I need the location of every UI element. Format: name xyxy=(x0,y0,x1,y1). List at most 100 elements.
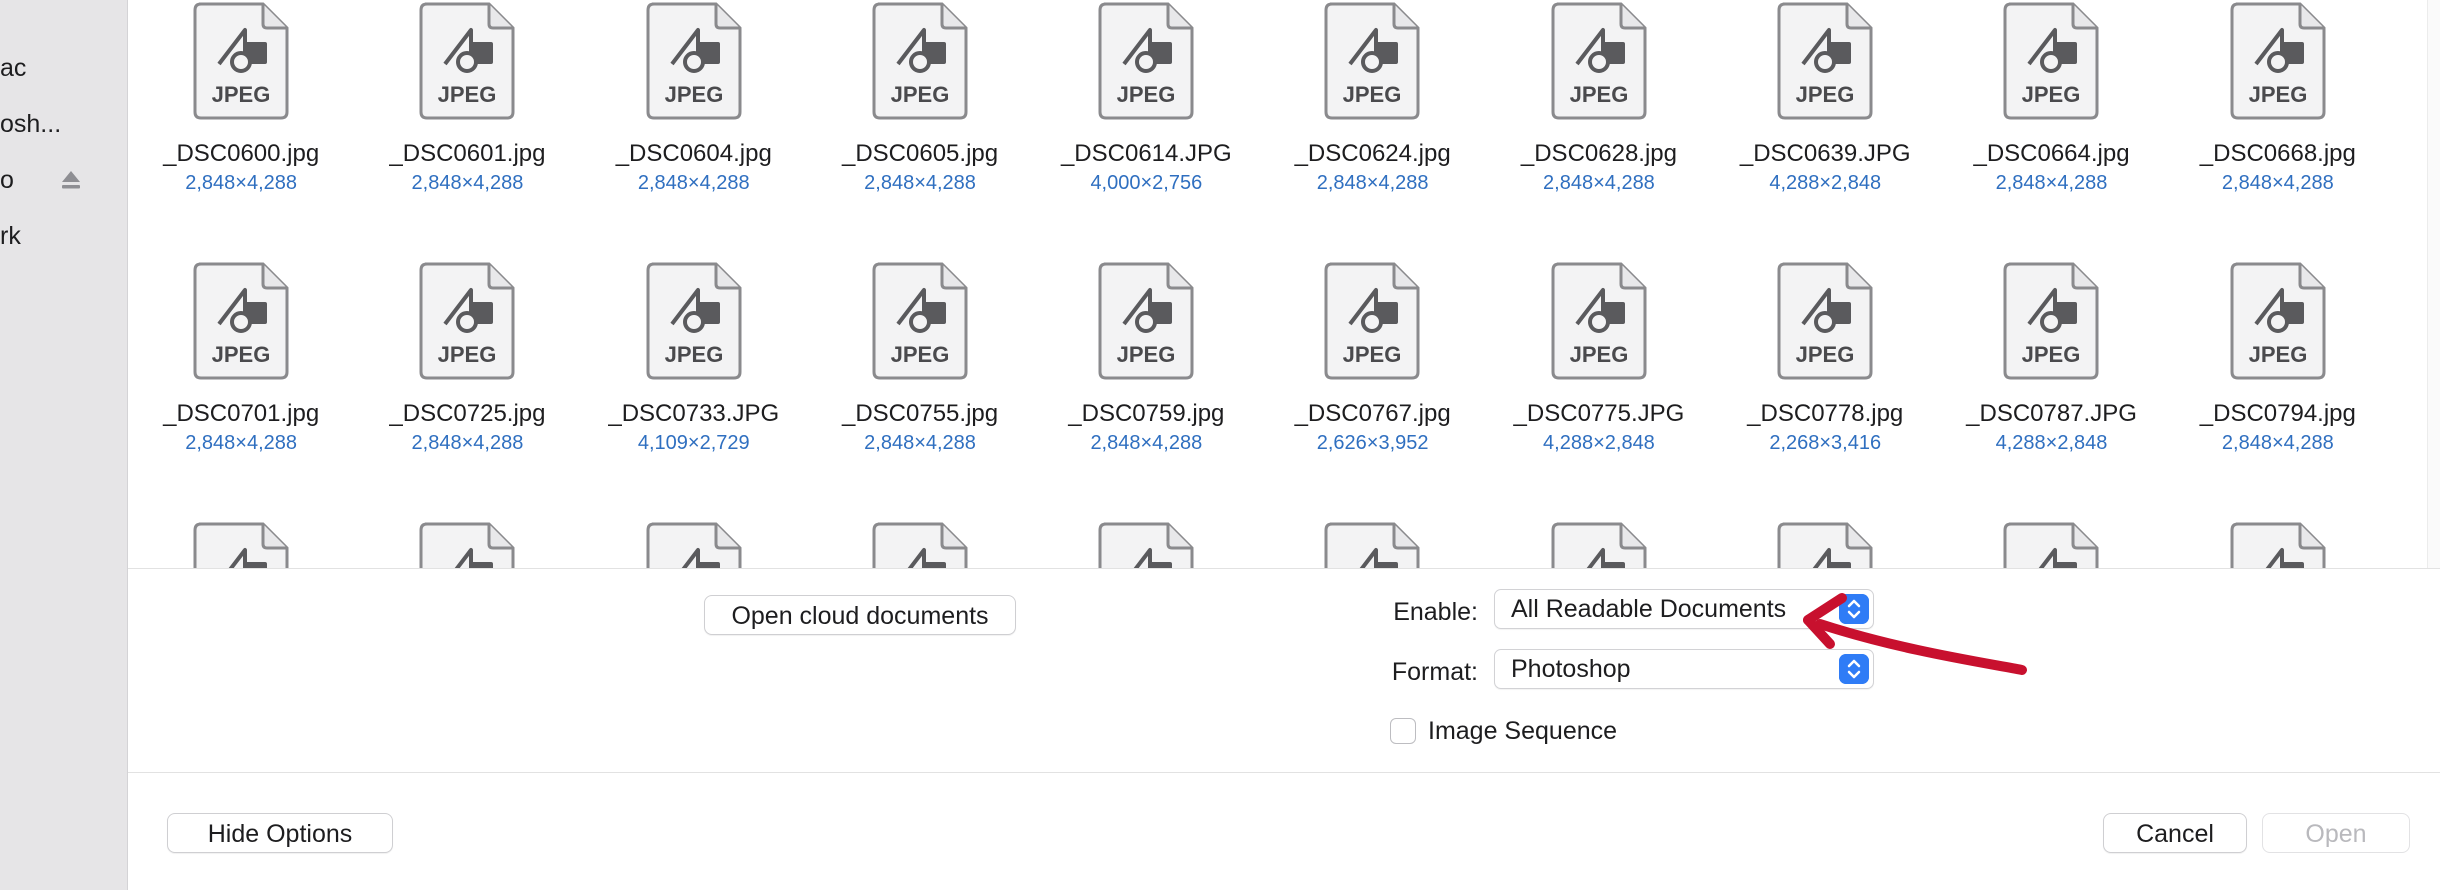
format-popup-value: Photoshop xyxy=(1511,655,1631,683)
file-item[interactable]: JPEG _DSC0775.JPG 4,288×2,848 xyxy=(1486,260,1712,520)
file-item[interactable]: JPEG _DSC0701.jpg 2,848×4,288 xyxy=(128,260,354,520)
jpeg-file-icon: JPEG xyxy=(1324,262,1420,380)
svg-text:JPEG: JPEG xyxy=(438,342,497,367)
file-item[interactable]: JPEG xyxy=(807,520,1033,568)
file-name: _DSC0755.jpg xyxy=(841,400,999,427)
jpeg-file-icon: JPEG xyxy=(1324,522,1420,568)
file-dimensions: 2,848×4,288 xyxy=(1995,172,2108,194)
file-dimensions: 4,288×2,848 xyxy=(1543,432,1655,454)
file-dimensions: 2,848×4,288 xyxy=(411,172,524,194)
file-item[interactable]: JPEG xyxy=(581,520,807,568)
file-item[interactable]: JPEG _DSC0601.jpg 2,848×4,288 xyxy=(354,0,580,260)
jpeg-file-icon: JPEG xyxy=(1777,262,1873,380)
file-item[interactable]: JPEG _DSC0639.JPG 4,288×2,848 xyxy=(1712,0,1938,260)
popup-stepper-icon xyxy=(1839,654,1869,684)
popup-stepper-icon xyxy=(1839,594,1869,624)
jpeg-file-icon: JPEG xyxy=(2230,2,2326,120)
file-item[interactable]: JPEG xyxy=(1033,520,1259,568)
file-dimensions: 2,848×4,288 xyxy=(637,172,750,194)
enable-popup[interactable]: All Readable Documents xyxy=(1494,589,1874,629)
jpeg-file-icon: JPEG xyxy=(646,262,742,380)
file-item[interactable]: JPEG xyxy=(1259,520,1485,568)
jpeg-file-icon: JPEG xyxy=(193,522,289,568)
file-dimensions: 2,848×4,288 xyxy=(1316,172,1429,194)
jpeg-file-icon: JPEG xyxy=(2003,262,2099,380)
image-sequence-checkbox[interactable] xyxy=(1390,718,1416,744)
svg-text:JPEG: JPEG xyxy=(2248,342,2307,367)
jpeg-file-icon: JPEG xyxy=(419,2,515,120)
sidebar: ac osh... o rk xyxy=(0,0,128,890)
svg-text:JPEG: JPEG xyxy=(1569,342,1628,367)
file-item[interactable]: JPEG _DSC0605.jpg 2,848×4,288 xyxy=(807,0,1033,260)
file-name: _DSC0787.JPG xyxy=(1966,400,2137,427)
file-dimensions: 2,848×4,288 xyxy=(864,432,976,454)
vertical-scrollbar[interactable] xyxy=(2427,0,2440,568)
file-item[interactable]: JPEG _DSC0628.jpg 2,848×4,288 xyxy=(1486,0,1712,260)
open-button[interactable]: Open xyxy=(2262,813,2410,853)
file-item[interactable]: JPEG xyxy=(1938,520,2164,568)
cancel-button[interactable]: Cancel xyxy=(2103,813,2247,853)
file-item[interactable]: JPEG _DSC0668.jpg 2,848×4,288 xyxy=(2165,0,2391,260)
file-item[interactable]: JPEG _DSC0759.jpg 2,848×4,288 xyxy=(1033,260,1259,520)
file-item[interactable]: JPEG _DSC0787.JPG 4,288×2,848 xyxy=(1938,260,2164,520)
jpeg-file-icon: JPEG xyxy=(419,522,515,568)
eject-icon[interactable] xyxy=(60,168,82,192)
file-dimensions: 2,848×4,288 xyxy=(1090,432,1203,454)
file-item[interactable]: JPEG _DSC0733.JPG 4,109×2,729 xyxy=(581,260,807,520)
file-dimensions: 2,848×4,288 xyxy=(864,172,976,194)
file-item[interactable]: JPEG _DSC0725.jpg 2,848×4,288 xyxy=(354,260,580,520)
enable-popup-value: All Readable Documents xyxy=(1511,595,1787,623)
file-name: _DSC0778.jpg xyxy=(1747,400,1904,427)
file-name: _DSC0759.jpg xyxy=(1068,400,1225,427)
jpeg-file-icon: JPEG xyxy=(419,262,515,380)
file-name: _DSC0600.jpg xyxy=(163,140,320,167)
file-name: _DSC0701.jpg xyxy=(163,400,320,427)
file-dimensions: 2,848×4,288 xyxy=(185,432,298,454)
file-item[interactable]: JPEG _DSC0767.jpg 2,626×3,952 xyxy=(1259,260,1485,520)
sidebar-item-3[interactable]: o xyxy=(0,160,127,200)
file-item[interactable]: JPEG _DSC0614.JPG 4,000×2,756 xyxy=(1033,0,1259,260)
jpeg-file-icon: JPEG xyxy=(1551,522,1647,568)
file-name: _DSC0601.jpg xyxy=(389,140,546,167)
svg-text:JPEG: JPEG xyxy=(1796,82,1855,107)
jpeg-file-icon: JPEG xyxy=(2230,522,2326,568)
svg-text:JPEG: JPEG xyxy=(2248,82,2307,107)
svg-text:JPEG: JPEG xyxy=(438,82,497,107)
file-item[interactable]: JPEG xyxy=(2165,520,2391,568)
file-name: _DSC0639.JPG xyxy=(1739,140,1911,167)
jpeg-file-icon: JPEG xyxy=(1551,2,1647,120)
file-item[interactable]: JPEG _DSC0624.jpg 2,848×4,288 xyxy=(1259,0,1485,260)
file-name: _DSC0605.jpg xyxy=(841,140,999,167)
file-item[interactable]: JPEG xyxy=(128,520,354,568)
svg-text:JPEG: JPEG xyxy=(212,342,271,367)
file-name: _DSC0767.jpg xyxy=(1294,400,1451,427)
sidebar-item-label: osh... xyxy=(0,110,62,138)
file-item[interactable]: JPEG _DSC0600.jpg 2,848×4,288 xyxy=(128,0,354,260)
file-name: _DSC0604.jpg xyxy=(615,140,772,167)
file-name: _DSC0725.jpg xyxy=(389,400,546,427)
svg-text:JPEG: JPEG xyxy=(891,342,950,367)
file-dimensions: 2,848×4,288 xyxy=(185,172,298,194)
file-dimensions: 4,288×2,848 xyxy=(1995,432,2108,454)
file-item[interactable]: JPEG xyxy=(1712,520,1938,568)
file-item[interactable]: JPEG _DSC0755.jpg 2,848×4,288 xyxy=(807,260,1033,520)
jpeg-file-icon: JPEG xyxy=(2230,262,2326,380)
file-item[interactable]: JPEG _DSC0794.jpg 2,848×4,288 xyxy=(2165,260,2391,520)
jpeg-file-icon: JPEG xyxy=(193,2,289,120)
file-item[interactable]: JPEG _DSC0664.jpg 2,848×4,288 xyxy=(1938,0,2164,260)
format-popup[interactable]: Photoshop xyxy=(1494,649,1874,689)
svg-text:JPEG: JPEG xyxy=(664,342,723,367)
open-cloud-documents-button[interactable]: Open cloud documents xyxy=(704,595,1016,635)
hide-options-button[interactable]: Hide Options xyxy=(167,813,393,853)
svg-text:JPEG: JPEG xyxy=(1343,82,1402,107)
file-item[interactable]: JPEG _DSC0604.jpg 2,848×4,288 xyxy=(581,0,807,260)
file-item[interactable]: JPEG xyxy=(1486,520,1712,568)
jpeg-file-icon: JPEG xyxy=(646,522,742,568)
sidebar-item-4[interactable]: rk xyxy=(0,216,127,256)
file-item[interactable]: JPEG xyxy=(354,520,580,568)
sidebar-item-2[interactable]: osh... xyxy=(0,104,127,144)
file-name: _DSC0664.jpg xyxy=(1973,140,2130,167)
sidebar-item-1[interactable]: ac xyxy=(0,48,127,88)
file-item[interactable]: JPEG _DSC0778.jpg 2,268×3,416 xyxy=(1712,260,1938,520)
file-dimensions: 2,268×3,416 xyxy=(1769,432,1882,454)
